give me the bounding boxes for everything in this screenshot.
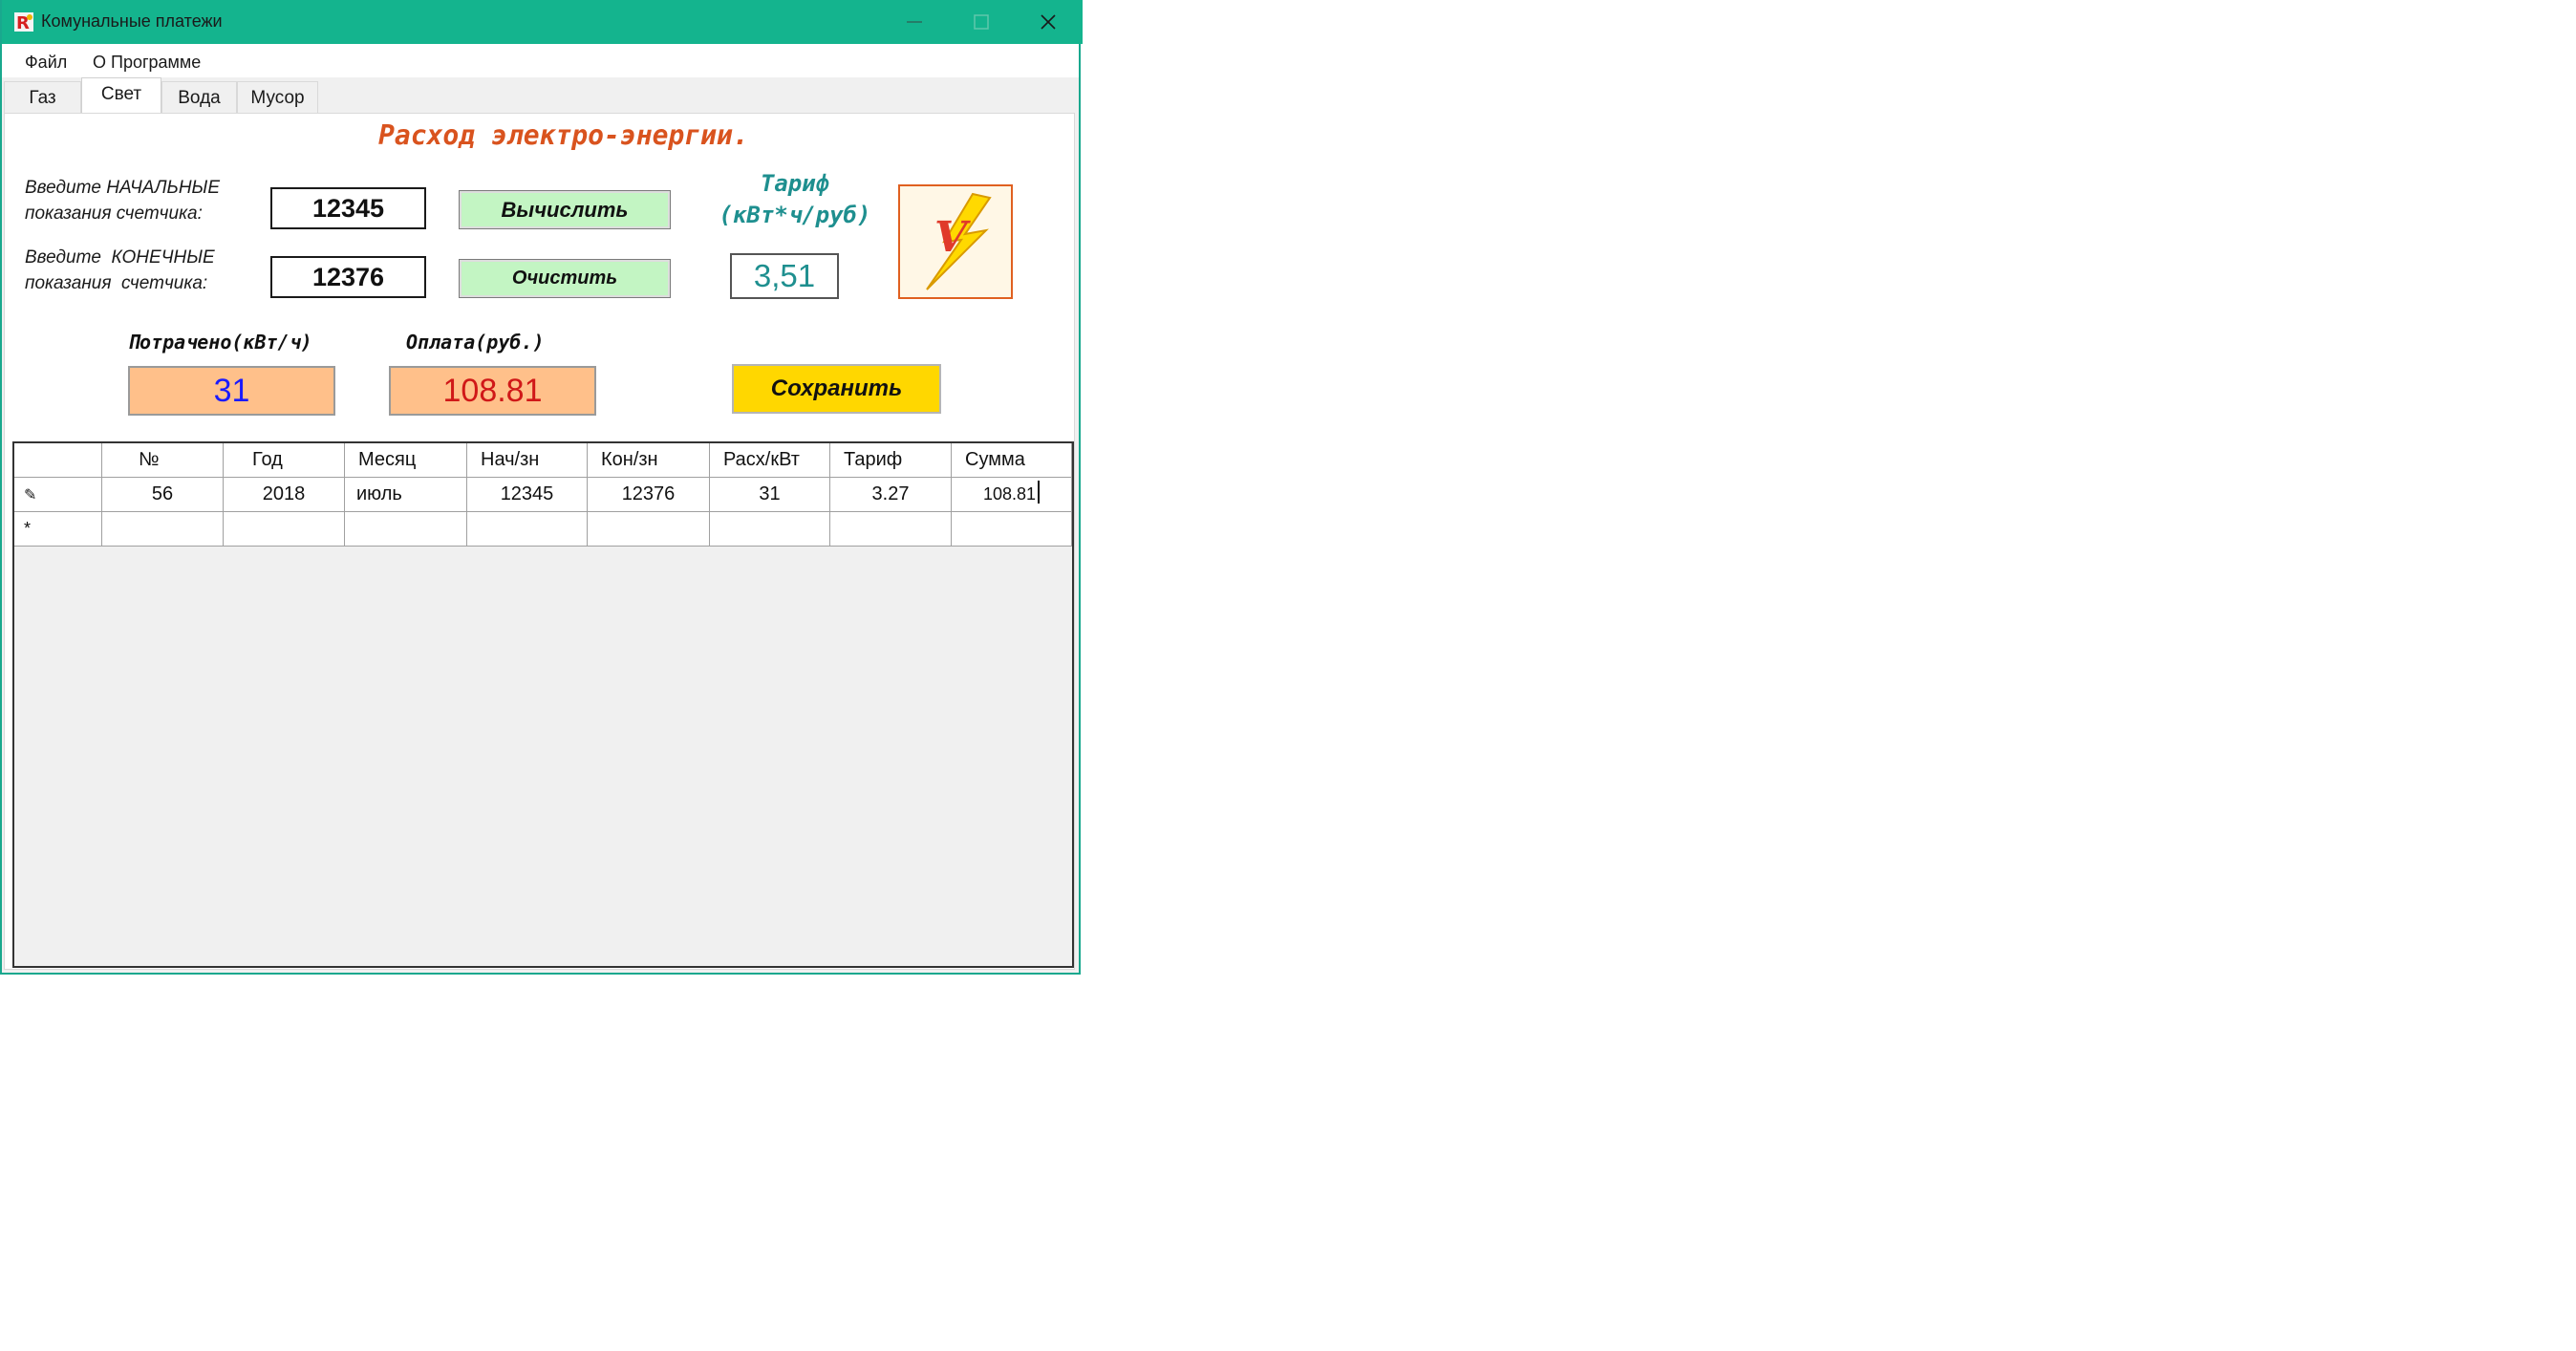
page-heading: Расход электро-энергии. [378, 119, 749, 151]
tariff-label-line2: (кВт*ч/руб) [719, 202, 871, 228]
table-header-row: № Год Месяц Нач/зн Кон/зн Расх/кВт Тариф… [14, 443, 1072, 478]
payment-label: Оплата(руб.) [406, 331, 545, 354]
cell-sum-value: 108.81 [982, 484, 1037, 504]
new-cell-end[interactable] [588, 512, 710, 547]
maximize-icon [974, 14, 989, 30]
title-bar: R Комунальные платежи [2, 0, 1083, 44]
new-table-row[interactable]: * [14, 512, 1072, 547]
end-reading-label-line2: показания счетчика: [25, 273, 208, 293]
close-button[interactable] [1015, 0, 1082, 44]
new-cell-start[interactable] [467, 512, 588, 547]
cell-start[interactable]: 12345 [467, 478, 588, 512]
start-reading-label-line2: показания счетчика: [25, 204, 203, 224]
cell-end[interactable]: 12376 [588, 478, 710, 512]
cell-consumption[interactable]: 31 [710, 478, 830, 512]
tab-garbage[interactable]: Мусор [237, 81, 318, 113]
cell-month[interactable]: июль [345, 478, 467, 512]
row-edit-marker-icon[interactable]: ✎ [14, 478, 102, 512]
svg-text:V: V [934, 213, 971, 262]
cell-sum[interactable]: 108.81 [952, 478, 1072, 512]
close-icon [1041, 14, 1056, 30]
tab-gas[interactable]: Газ [4, 81, 81, 113]
lightning-logo-icon: V [898, 184, 1013, 299]
new-cell-year[interactable] [224, 512, 345, 547]
tariff-label: Тариф (кВт*ч/руб) [709, 168, 881, 231]
text-caret [1036, 481, 1040, 508]
save-button[interactable]: Сохранить [732, 364, 941, 414]
new-cell-tariff[interactable] [830, 512, 952, 547]
spent-label: Потрачено(кВт/ч) [128, 331, 312, 354]
minimize-icon [907, 21, 922, 23]
records-table[interactable]: № Год Месяц Нач/зн Кон/зн Расх/кВт Тариф… [12, 441, 1074, 968]
menu-about[interactable]: О Программе [93, 53, 201, 73]
clear-button[interactable]: Очистить [459, 259, 671, 298]
new-cell-consumption[interactable] [710, 512, 830, 547]
app-window: R Комунальные платежи Файл О Программе Г… [0, 0, 1083, 975]
new-cell-month[interactable] [345, 512, 467, 547]
column-header-tariff[interactable]: Тариф [830, 443, 952, 478]
row-header-corner [14, 443, 102, 478]
column-header-number[interactable]: № [102, 443, 224, 478]
column-header-month[interactable]: Месяц [345, 443, 467, 478]
new-cell-sum[interactable] [952, 512, 1072, 547]
menu-bar: Файл О Программе [2, 44, 1079, 77]
tariff-label-line1: Тариф [760, 170, 830, 197]
end-reading-label-line1: Введите КОНЕЧНЫЕ [25, 247, 215, 268]
tab-strip: Газ Свет Вода Мусор [2, 77, 1079, 114]
column-header-start[interactable]: Нач/зн [467, 443, 588, 478]
calculate-button[interactable]: Вычислить [459, 190, 671, 229]
column-header-consumption[interactable]: Расх/кВт [710, 443, 830, 478]
app-icon: R [14, 12, 33, 32]
window-title: Комунальные платежи [41, 11, 223, 31]
start-reading-label-line1: Введите НАЧАЛЬНЫЕ [25, 178, 221, 198]
tab-electricity[interactable]: Свет [81, 77, 161, 114]
payment-value: 108.81 [389, 366, 596, 416]
start-reading-label: Введите НАЧАЛЬНЫЕ показания счетчика: [25, 175, 220, 226]
spent-value: 31 [128, 366, 335, 416]
cell-number[interactable]: 56 [102, 478, 224, 512]
end-reading-input[interactable]: 12376 [270, 256, 426, 298]
column-header-sum[interactable]: Сумма [952, 443, 1072, 478]
cell-tariff[interactable]: 3.27 [830, 478, 952, 512]
cell-year[interactable]: 2018 [224, 478, 345, 512]
tab-water[interactable]: Вода [161, 81, 237, 113]
column-header-year[interactable]: Год [224, 443, 345, 478]
column-header-end[interactable]: Кон/зн [588, 443, 710, 478]
tariff-value[interactable]: 3,51 [730, 253, 839, 299]
start-reading-input[interactable]: 12345 [270, 187, 426, 229]
minimize-button[interactable] [881, 0, 948, 44]
end-reading-label: Введите КОНЕЧНЫЕ показания счетчика: [25, 245, 215, 296]
table-row[interactable]: ✎ 56 2018 июль 12345 12376 31 3.27 108.8… [14, 478, 1072, 512]
new-row-marker[interactable]: * [14, 512, 102, 547]
new-cell-number[interactable] [102, 512, 224, 547]
maximize-button[interactable] [948, 0, 1015, 44]
menu-file[interactable]: Файл [25, 53, 67, 73]
